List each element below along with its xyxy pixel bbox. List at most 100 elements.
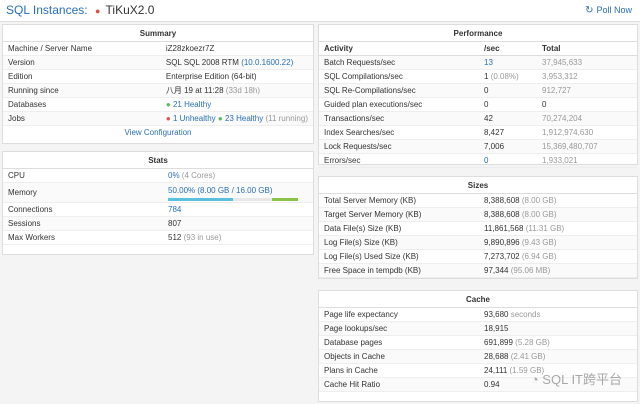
cache-value: 0.94 — [484, 380, 500, 389]
summary-table: Machine / Server Name iZ28zkoezr7Z Versi… — [3, 42, 313, 126]
sec-cell: 1 — [484, 72, 489, 81]
table-row: Machine / Server Name iZ28zkoezr7Z — [3, 42, 313, 56]
cache-value: 24,111 — [484, 366, 508, 375]
databases-link[interactable]: 21 Healthy — [173, 100, 211, 109]
size-label: Free Space in tempdb (KB) — [319, 263, 479, 278]
table-row: Version SQL SQL 2008 RTM (10.0.1600.22) — [3, 55, 313, 70]
jobs-running-text: (11 running) — [265, 114, 308, 123]
total-cell: 912,727 — [537, 83, 637, 98]
size-unit: (95.06 MB) — [510, 266, 551, 275]
table-row: Guided plan executions/sec 0 0 — [319, 97, 637, 112]
activity-cell: Batch Requests/sec — [319, 55, 479, 70]
size-unit: (8.00 GB) — [521, 196, 557, 205]
memory-bar — [168, 198, 298, 201]
summary-value-cell: ● 21 Healthy — [160, 97, 313, 112]
size-value: 8,388,608 — [484, 210, 520, 219]
cpu-cores: (4 Cores) — [181, 171, 216, 180]
size-unit: (8.00 GB) — [521, 210, 557, 219]
table-row: Edition Enterprise Edition (64-bit) — [3, 69, 313, 84]
poll-now-label: Poll Now — [596, 5, 632, 15]
table-row: Sessions 807 — [3, 216, 313, 231]
cache-value: 691,899 — [484, 338, 513, 347]
activity-cell: Lock Requests/sec — [319, 139, 479, 154]
unhealthy-dot-icon: ● — [165, 114, 171, 123]
stats-label: CPU — [3, 169, 163, 183]
stats-table: CPU 0% (4 Cores) Memory 50.00% (8.00 GB … — [3, 169, 313, 245]
sql-instances-link[interactable]: SQL Instances: — [6, 3, 88, 17]
table-row: SQL Re-Compilations/sec 0 912,727 — [319, 83, 637, 98]
refresh-icon: ↻ — [585, 5, 594, 16]
activity-cell: Guided plan executions/sec — [319, 97, 479, 112]
column-header-activity: Activity — [319, 42, 479, 56]
sec-cell[interactable]: 13 — [479, 55, 537, 70]
table-row: Page lookups/sec 18,915 — [319, 321, 637, 336]
table-row: Memory 50.00% (8.00 GB / 16.00 GB) — [3, 182, 313, 203]
watermark-text: SQL IT跨平台 — [542, 372, 622, 387]
jobs-unhealthy-link[interactable]: 1 Unhealthy — [173, 114, 216, 123]
stats-value-cell: 50.00% (8.00 GB / 16.00 GB) — [163, 182, 313, 203]
summary-label: Edition — [3, 69, 161, 84]
size-unit: (9.43 GB) — [521, 238, 557, 247]
summary-value: SQL SQL 2008 RTM — [165, 58, 239, 67]
sec-cell[interactable]: 0 — [479, 153, 537, 168]
sizes-title: Sizes — [319, 177, 637, 194]
size-value: 97,344 — [484, 266, 509, 275]
summary-label: Databases — [3, 97, 161, 112]
cache-label: Page life expectancy — [319, 308, 479, 322]
stats-value-cell: 0% (4 Cores) — [163, 169, 313, 183]
healthy-dot-icon: ● — [165, 100, 171, 109]
table-row: Connections 784 — [3, 202, 313, 217]
table-row: Log File(s) Used Size (KB) 7,273,702 (6.9… — [319, 249, 637, 264]
table-row: Free Space in tempdb (KB) 97,344 (95.06 M… — [319, 263, 637, 278]
cache-label: Objects in Cache — [319, 349, 479, 364]
maxworkers-in-use: (93 in use) — [183, 233, 222, 242]
column-header-total: Total — [537, 42, 637, 56]
poll-now-button[interactable]: ↻ Poll Now — [585, 5, 632, 16]
memory-bar-fill — [168, 198, 233, 201]
table-row: CPU 0% (4 Cores) — [3, 169, 313, 183]
jobs-healthy-link[interactable]: 23 Healthy — [225, 114, 263, 123]
view-configuration-link[interactable]: View Configuration — [124, 128, 191, 137]
summary-label: Machine / Server Name — [3, 42, 161, 56]
table-row: Lock Requests/sec 7,006 15,369,480,707 — [319, 139, 637, 154]
memory-value: 50.00% (8.00 GB / 16.00 GB) — [168, 186, 273, 195]
size-label: Log File(s) Size (KB) — [319, 235, 479, 250]
total-cell: 15,369,480,707 — [537, 139, 637, 154]
total-cell: 1,912,974,630 — [537, 125, 637, 140]
column-header-sec: /sec — [479, 42, 537, 56]
maxworkers-value: 512 — [168, 233, 182, 242]
total-cell: 70,274,204 — [537, 111, 637, 126]
size-label: Data File(s) Size (KB) — [319, 221, 479, 236]
watermark: ◔ SQL IT跨平台 — [531, 369, 622, 388]
sec-cell-wrap: 1 (0.08%) — [479, 69, 537, 84]
table-row: Databases ● 21 Healthy — [3, 97, 313, 112]
table-row: SQL Compilations/sec 1 (0.08%) 3,953,312 — [319, 69, 637, 84]
activity-cell: SQL Compilations/sec — [319, 69, 479, 84]
activity-cell: SQL Re-Compilations/sec — [319, 83, 479, 98]
sec-cell: 7,006 — [479, 139, 537, 154]
chat-icon: ◔ — [530, 372, 539, 387]
table-row: Total Server Memory (KB) 8,388,608 (8.00 … — [319, 194, 637, 208]
cache-label: Database pages — [319, 335, 479, 350]
cpu-value: 0% — [168, 171, 180, 180]
stats-label: Memory — [3, 182, 163, 203]
size-value: 8,388,608 — [484, 196, 520, 205]
version-build-link[interactable]: (10.0.1600.22) — [241, 58, 293, 67]
size-value-cell: 97,344 (95.06 MB) — [479, 263, 637, 278]
summary-value: iZ28zkoezr7Z — [160, 42, 313, 56]
table-row: Transactions/sec 42 70,274,204 — [319, 111, 637, 126]
summary-value-cell: ● 1 Unhealthy ● 23 Healthy (11 running) — [160, 111, 313, 126]
summary-label: Version — [3, 55, 161, 70]
stats-value-cell: 512 (93 in use) — [163, 230, 313, 245]
size-value-cell: 7,273,702 (6.94 GB) — [479, 249, 637, 264]
performance-title: Performance — [319, 25, 637, 42]
summary-label: Running since — [3, 83, 161, 98]
table-header-row: Activity /sec Total — [319, 42, 637, 56]
connections-value[interactable]: 784 — [163, 202, 313, 217]
cache-value-cell: 28,688 (2.41 GB) — [479, 349, 637, 364]
size-unit: (11.31 GB) — [525, 224, 565, 233]
activity-cell: Errors/sec — [319, 153, 479, 168]
cache-value: 18,915 — [484, 324, 509, 333]
size-label: Target Server Memory (KB) — [319, 207, 479, 222]
stats-label: Sessions — [3, 216, 163, 231]
